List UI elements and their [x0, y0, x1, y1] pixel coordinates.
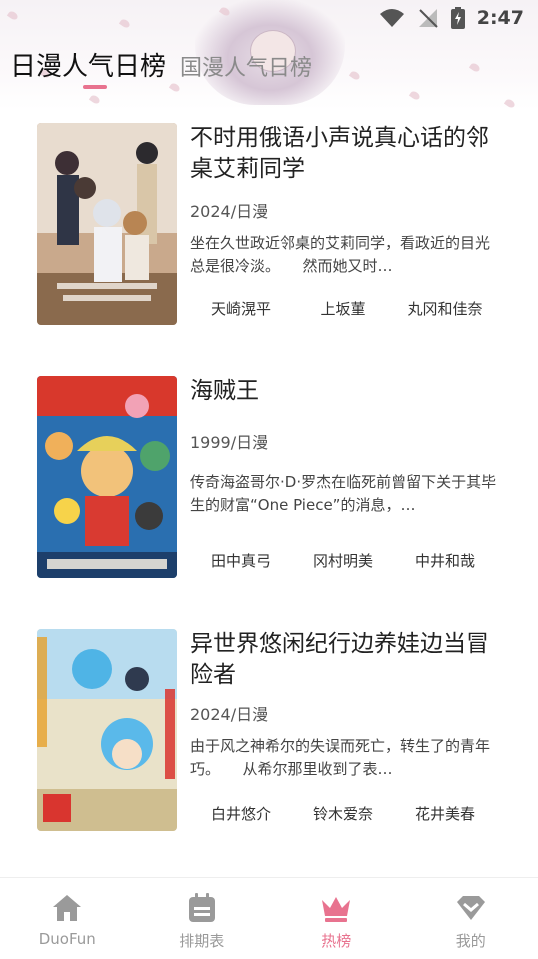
- nav-label: DuoFun: [39, 930, 96, 948]
- anime-year-region: 2024/日漫: [190, 198, 268, 222]
- tab-japanese-anime-ranking[interactable]: 日漫人气日榜: [10, 46, 166, 83]
- cast-member: 冈村明美: [292, 550, 394, 571]
- wifi-icon: [379, 8, 405, 28]
- list-item[interactable]: 海贼王 1999/日漫 传奇海盗哥尔·D·罗杰在临死前曾留下关于其毕生的财富“O…: [0, 376, 538, 586]
- anime-year-region: 2024/日漫: [190, 701, 268, 725]
- ranking-tabs: 日漫人气日榜 国漫人气日榜: [10, 46, 312, 83]
- poster-image: [37, 376, 177, 578]
- status-time: 2:47: [477, 7, 524, 29]
- crown-icon: [319, 892, 353, 924]
- cast-member: 铃木爱奈: [292, 803, 394, 824]
- battery-charging-icon: [451, 7, 465, 29]
- cast-member: 田中真弓: [190, 550, 292, 571]
- cast-member: 天崎滉平: [190, 298, 292, 319]
- nav-profile[interactable]: 我的: [404, 878, 538, 959]
- cast-member: 中井和哉: [394, 550, 496, 571]
- no-signal-icon: [417, 8, 439, 28]
- cast-member: 白井悠介: [190, 803, 292, 824]
- cast-member: 上坂菫: [292, 298, 394, 319]
- bottom-navigation: DuoFun 排期表 热榜 我的: [0, 877, 538, 959]
- profile-icon: [454, 892, 488, 924]
- nav-schedule[interactable]: 排期表: [135, 878, 270, 959]
- cast-list: 田中真弓 冈村明美 中井和哉: [190, 550, 500, 571]
- list-item[interactable]: 不时用俄语小声说真心话的邻桌艾莉同学 2024/日漫 坐在久世政近邻桌的艾莉同学…: [0, 123, 538, 333]
- anime-title: 不时用俄语小声说真心话的邻桌艾莉同学: [190, 123, 510, 185]
- nav-label: 我的: [456, 930, 486, 951]
- home-icon: [50, 892, 84, 924]
- anime-title: 异世界悠闲纪行边养娃边当冒险者: [190, 629, 510, 691]
- nav-duofun[interactable]: DuoFun: [0, 878, 135, 959]
- cast-member: 花井美春: [394, 803, 496, 824]
- anime-description: 坐在久世政近邻桌的艾莉同学，看政近的目光总是很冷淡。 然而她又时…: [190, 232, 502, 278]
- anime-description: 由于风之神希尔的失误而死亡，转生了的青年巧。 从希尔那里收到了表…: [190, 735, 502, 781]
- nav-label: 热榜: [321, 930, 351, 951]
- tab-chinese-anime-ranking[interactable]: 国漫人气日榜: [180, 50, 312, 82]
- anime-year-region: 1999/日漫: [190, 429, 268, 453]
- status-bar: 2:47: [379, 6, 524, 30]
- schedule-icon: [185, 892, 219, 924]
- anime-description: 传奇海盗哥尔·D·罗杰在临死前曾留下关于其毕生的财富“One Piece”的消息…: [190, 471, 502, 517]
- cast-list: 白井悠介 铃木爱奈 花井美春: [190, 803, 500, 824]
- nav-label: 排期表: [179, 930, 224, 951]
- cast-member: 丸冈和佳奈: [394, 298, 496, 319]
- cast-list: 天崎滉平 上坂菫 丸冈和佳奈: [190, 298, 500, 319]
- poster-image: [37, 629, 177, 831]
- list-item[interactable]: 异世界悠闲纪行边养娃边当冒险者 2024/日漫 由于风之神希尔的失误而死亡，转生…: [0, 629, 538, 839]
- anime-title: 海贼王: [190, 376, 510, 407]
- active-tab-indicator: [83, 85, 107, 89]
- poster-image: [37, 123, 177, 325]
- nav-hot-ranking[interactable]: 热榜: [269, 878, 404, 959]
